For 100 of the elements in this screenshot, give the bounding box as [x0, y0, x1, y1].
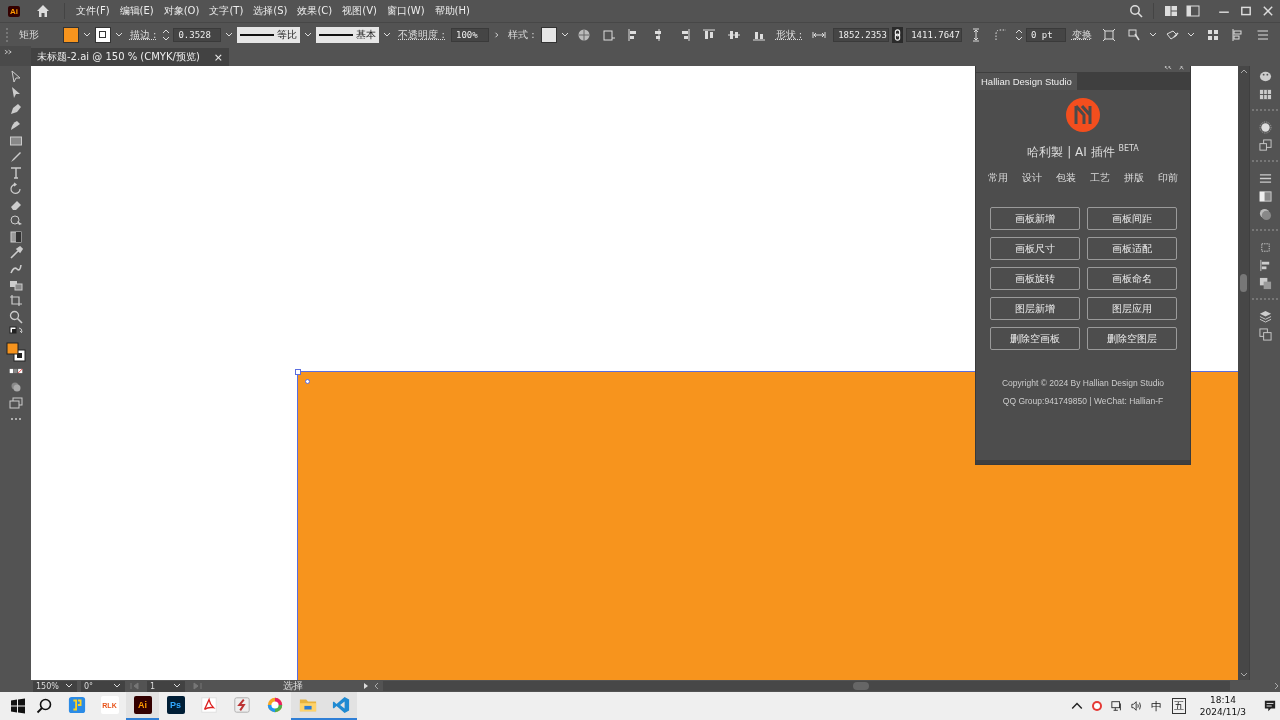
eyedropper-tool-icon[interactable] [8, 246, 23, 260]
app-icon[interactable] [67, 696, 86, 714]
ring-icon[interactable] [1090, 700, 1103, 712]
stroke-swatch[interactable] [94, 26, 111, 43]
color-wheel-icon[interactable] [265, 696, 284, 714]
zoom-tool-icon[interactable] [8, 310, 23, 324]
expand-icon[interactable] [4, 49, 13, 55]
artboard-align-icon[interactable] [601, 27, 616, 42]
maximize-icon[interactable] [1240, 5, 1252, 17]
artboards-panel-icon[interactable] [1258, 241, 1272, 254]
network-icon[interactable] [1110, 700, 1123, 712]
volume-icon[interactable] [1130, 700, 1143, 712]
scroll-down-icon[interactable] [1239, 672, 1248, 678]
stroke-profile-dropdown[interactable]: 等比 [237, 26, 301, 43]
corner-widget[interactable] [305, 379, 310, 384]
grid-panel-icon[interactable] [1258, 88, 1272, 101]
opacity-label[interactable]: 不透明度 : [398, 27, 445, 42]
taskbar-app[interactable] [291, 692, 324, 720]
palette-panel-icon[interactable] [1258, 70, 1272, 83]
category-tab[interactable]: 印前 [1158, 171, 1178, 185]
height-field[interactable]: 1411.7647 [906, 27, 962, 42]
category-tab[interactable]: 包装 [1056, 171, 1076, 185]
category-tab[interactable]: 拼版 [1124, 171, 1144, 185]
spinner-icon[interactable] [1015, 27, 1023, 42]
action-button[interactable]: 画板间距 [1086, 207, 1177, 230]
crop-tool-icon[interactable] [8, 294, 23, 308]
home-icon[interactable] [36, 4, 50, 18]
lines-panel-icon[interactable] [1258, 172, 1272, 185]
links-panel-icon[interactable] [1258, 328, 1272, 341]
panel-tab[interactable]: Hallian Design Studio [976, 73, 1077, 90]
caret-icon[interactable] [114, 31, 123, 38]
globe-icon[interactable] [576, 27, 591, 42]
brush-tool-icon[interactable] [8, 150, 23, 164]
taskbar-app[interactable]: Ps [159, 692, 192, 720]
play-icon[interactable] [363, 682, 369, 690]
action-button[interactable]: 图层新增 [989, 297, 1080, 320]
blend-tool-icon[interactable] [8, 278, 23, 292]
brush-dropdown[interactable]: 基本 [316, 26, 380, 43]
menu-icon[interactable] [1256, 27, 1270, 42]
action-button[interactable]: 画板命名 [1086, 267, 1177, 290]
notification-icon[interactable] [1264, 700, 1276, 712]
fill-swatch[interactable] [62, 26, 79, 43]
chevron-up-icon[interactable] [1070, 700, 1083, 712]
sun-panel-icon[interactable] [1258, 121, 1272, 134]
chevron-right-icon[interactable] [493, 31, 501, 38]
width-field[interactable]: 1852.2353 [833, 27, 889, 42]
caret-icon[interactable] [1149, 31, 1157, 38]
caret-icon[interactable] [304, 31, 313, 38]
code-editor-icon[interactable] [331, 696, 350, 714]
scroll-left-icon[interactable] [373, 682, 379, 690]
menu-item[interactable]: 编辑(E) [114, 4, 159, 18]
scroll-up-icon[interactable] [1239, 68, 1248, 74]
action-button[interactable]: 画板旋转 [989, 267, 1080, 290]
caret-icon[interactable] [173, 683, 181, 689]
pdf-icon[interactable] [199, 696, 218, 714]
caret-icon[interactable] [560, 31, 569, 38]
spinner-icon[interactable] [162, 27, 171, 42]
input-mode-indicator[interactable]: 五 [1171, 698, 1186, 714]
link-button[interactable] [891, 26, 904, 43]
menu-item[interactable]: 选择(S) [248, 4, 293, 18]
app-logo[interactable]: Ai [8, 5, 20, 17]
rotation-dropdown[interactable]: 0° [81, 680, 125, 692]
selected-rectangle[interactable] [297, 371, 1238, 680]
puppet-tool-icon[interactable] [8, 262, 23, 276]
stroke-weight-field[interactable]: 0.3528 [173, 27, 222, 42]
menu-item[interactable]: 对象(O) [158, 4, 205, 18]
action-button[interactable]: 图层应用 [1086, 297, 1177, 320]
layers-panel-icon[interactable] [1258, 310, 1272, 323]
scroll-right-icon[interactable] [1274, 682, 1280, 690]
caret-icon[interactable] [225, 31, 234, 38]
zoom-dropdown[interactable]: 150% [33, 680, 77, 692]
eraser-tool-icon[interactable] [8, 198, 23, 212]
style-swatch[interactable] [540, 26, 557, 43]
document-tab[interactable]: 未标题-2.ai @ 150 % (CMYK/预览) × [31, 48, 230, 66]
corner-radius-field[interactable]: 0 pt [1026, 27, 1066, 42]
stroke-label[interactable]: 描边 : [129, 27, 157, 42]
rotate-tool-icon[interactable] [8, 182, 23, 196]
category-tab[interactable]: 工艺 [1090, 171, 1110, 185]
workspace-icon[interactable] [1164, 4, 1178, 18]
gradient-panel-icon[interactable] [1258, 190, 1272, 203]
menu-item[interactable]: 视图(V) [337, 4, 382, 18]
caret-icon[interactable] [383, 31, 392, 38]
sphere-panel-icon[interactable] [1258, 208, 1272, 221]
window-icon[interactable] [1186, 4, 1200, 18]
input-method-indicator[interactable]: 中 [1150, 698, 1162, 714]
menu-item[interactable]: 窗口(W) [381, 4, 430, 18]
caret-icon[interactable] [1187, 31, 1195, 38]
scrollbar-thumb[interactable] [1240, 274, 1247, 292]
pathfinder-panel-icon[interactable] [1258, 277, 1272, 290]
caret-icon[interactable] [113, 683, 121, 689]
app-icon[interactable] [232, 696, 251, 714]
artboard-dropdown[interactable]: 1 [147, 680, 185, 692]
transform-link[interactable]: 变换 [1072, 27, 1092, 42]
menu-item[interactable]: 文件(F) [71, 4, 115, 18]
action-button[interactable]: 画板新增 [989, 207, 1080, 230]
selection-tool-icon[interactable] [8, 70, 23, 84]
selection-handle[interactable] [295, 369, 301, 375]
distribute-icon[interactable] [1206, 27, 1220, 42]
screen-mode-icon[interactable] [8, 396, 23, 410]
clock[interactable]: 18:14 2024/11/3 [1199, 694, 1246, 718]
